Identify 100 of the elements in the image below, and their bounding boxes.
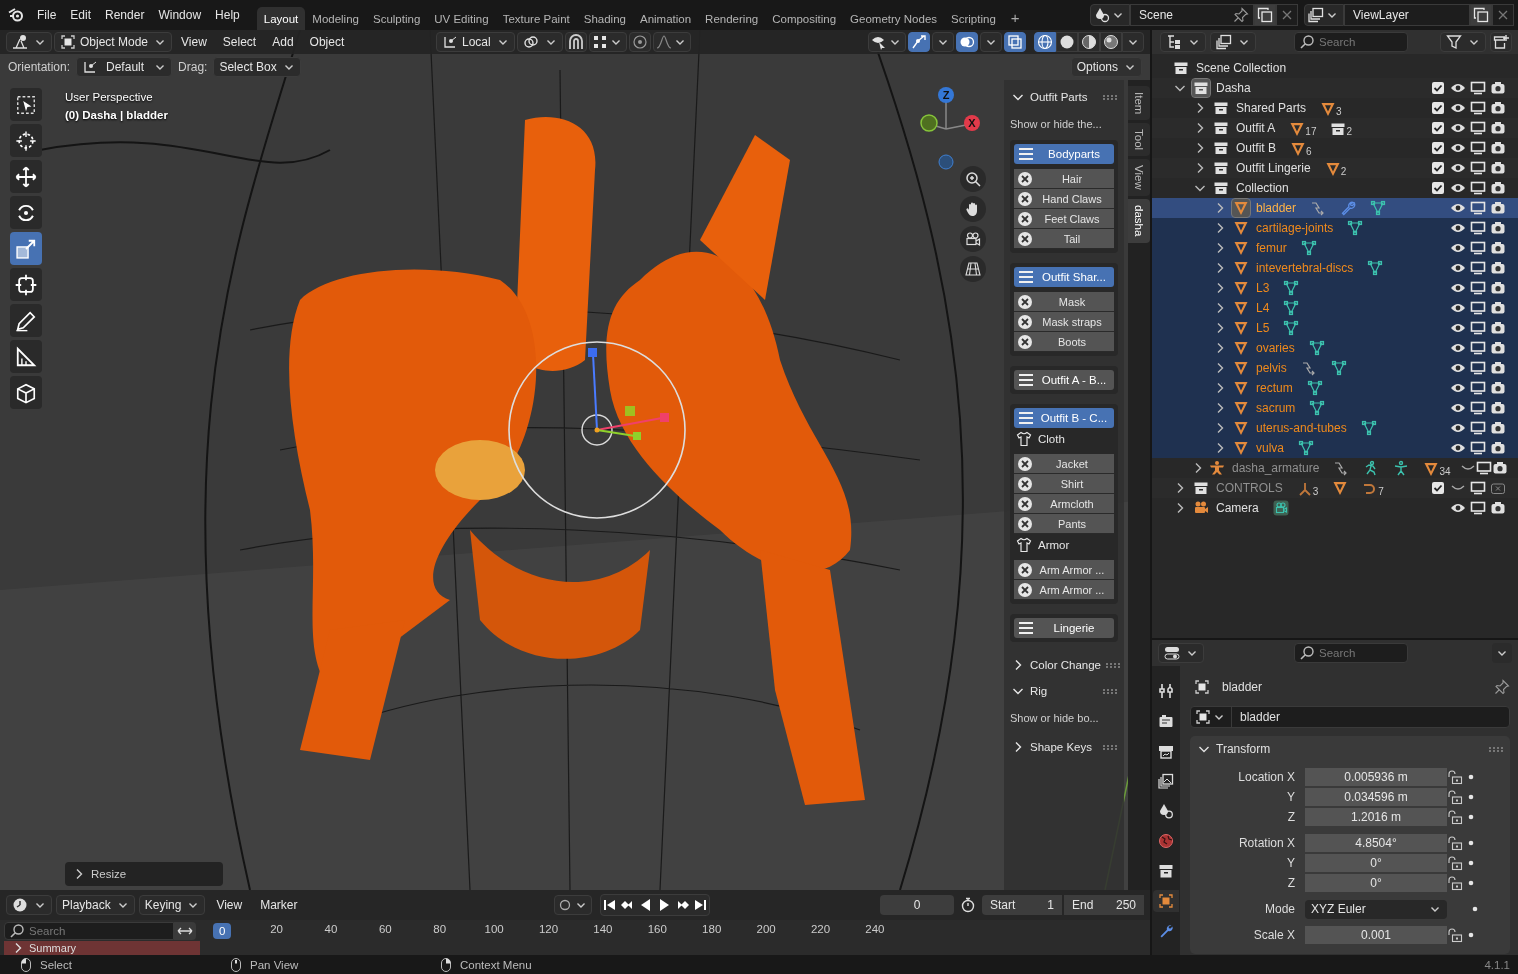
outliner-row[interactable]: femur xyxy=(1152,238,1518,258)
item-name[interactable]: CONTROLS xyxy=(1216,481,1283,495)
item-name[interactable]: vulva xyxy=(1256,441,1284,455)
outliner-row[interactable]: pelvis xyxy=(1152,358,1518,378)
group-toggle[interactable]: Lingerie xyxy=(1014,618,1114,638)
toggle-button[interactable]: Arm Armor ... xyxy=(1014,580,1114,600)
panel-title[interactable]: Color Change xyxy=(1030,659,1101,671)
channel-row[interactable]: Summary xyxy=(4,941,200,955)
scene-field[interactable]: Scene xyxy=(1130,4,1254,26)
toggle-button[interactable]: Pants xyxy=(1014,514,1114,534)
group-toggle[interactable]: Outfit A - B... xyxy=(1014,370,1114,390)
workspace-tab[interactable]: Scripting xyxy=(944,7,1003,30)
object-name-field[interactable]: bladder xyxy=(1190,706,1510,728)
toggle-button[interactable]: Hand Claws xyxy=(1014,189,1114,209)
menu-item[interactable]: Edit xyxy=(63,5,99,25)
number-field[interactable]: 0.034596 m xyxy=(1305,788,1447,806)
menu-item[interactable]: Help xyxy=(208,5,247,25)
item-name[interactable]: dasha_armature xyxy=(1232,461,1320,475)
workspace-tab[interactable]: Compositing xyxy=(765,7,844,30)
toggle-button[interactable]: Hair xyxy=(1014,169,1114,189)
workspace-tab[interactable]: Geometry Nodes xyxy=(843,7,945,30)
outliner-row[interactable]: Collection xyxy=(1152,178,1518,198)
item-name[interactable]: Collection xyxy=(1236,181,1289,195)
last-operator-panel[interactable]: Resize xyxy=(65,862,223,886)
number-field[interactable]: 0° xyxy=(1305,874,1447,892)
options-dropdown[interactable]: Options xyxy=(1070,57,1142,77)
item-name[interactable]: femur xyxy=(1256,241,1287,255)
item-name[interactable]: bladder xyxy=(1256,201,1297,215)
search-field[interactable]: Search xyxy=(1294,643,1408,663)
item-name[interactable]: intevertebral-discs xyxy=(1256,261,1354,275)
toggle-button[interactable]: Armcloth xyxy=(1014,494,1114,514)
number-field[interactable]: 1.2016 m xyxy=(1305,808,1447,826)
outliner-row[interactable]: vulva xyxy=(1152,438,1518,458)
item-name[interactable]: sacrum xyxy=(1256,401,1296,415)
toggle-button[interactable]: Jacket xyxy=(1014,454,1114,474)
item-name[interactable]: Shared Parts xyxy=(1236,101,1307,115)
sidebar-tab[interactable]: Item xyxy=(1128,86,1150,121)
outliner-row[interactable]: Scene Collection xyxy=(1152,58,1518,78)
panel-title[interactable]: Rig xyxy=(1030,685,1098,697)
menu-dropdown[interactable]: Playback xyxy=(56,895,135,915)
sidebar-tab[interactable]: dasha xyxy=(1128,199,1150,243)
workspace-tab[interactable]: UV Editing xyxy=(427,7,496,30)
current-frame-marker[interactable]: 0 xyxy=(213,922,232,939)
view-layer-field[interactable]: ViewLayer xyxy=(1344,4,1470,26)
toggle-button[interactable]: Boots xyxy=(1014,332,1114,352)
item-name[interactable]: pelvis xyxy=(1256,361,1287,375)
workspace-tab[interactable]: Rendering xyxy=(698,7,766,30)
navigation-gizmo-drawing[interactable]: Z X xyxy=(905,82,985,172)
drag-dropdown[interactable]: Select Box xyxy=(213,57,301,77)
outliner-row[interactable]: uterus-and-tubes xyxy=(1152,418,1518,438)
menu-item[interactable]: File xyxy=(30,5,64,25)
menu-item[interactable]: Window xyxy=(151,5,209,25)
end-frame-field[interactable]: End 250 xyxy=(1064,895,1144,915)
outliner-row[interactable]: L4 xyxy=(1152,298,1518,318)
menu-item[interactable]: Marker xyxy=(253,896,305,914)
toggle-button[interactable]: Mask straps xyxy=(1014,312,1114,332)
menu-item[interactable]: Add xyxy=(265,33,301,51)
outliner-row[interactable]: sacrum xyxy=(1152,398,1518,418)
outliner-row[interactable]: bladder xyxy=(1152,198,1518,218)
workspace-tab[interactable]: Shading xyxy=(576,7,633,30)
outliner-row[interactable]: Outfit B 6 xyxy=(1152,138,1518,158)
item-name[interactable]: rectum xyxy=(1256,381,1293,395)
menu-item[interactable]: Select xyxy=(215,33,264,51)
menu-item[interactable]: View xyxy=(209,896,250,914)
item-name[interactable]: Dasha xyxy=(1216,81,1251,95)
outliner-row[interactable]: L3 xyxy=(1152,278,1518,298)
item-name[interactable]: Outfit Lingerie xyxy=(1236,161,1311,175)
item-name[interactable]: Camera xyxy=(1216,501,1259,515)
workspace-tab[interactable]: Animation xyxy=(632,7,699,30)
workspace-tab[interactable]: Sculpting xyxy=(365,7,428,30)
outliner-row[interactable]: cartilage-joints xyxy=(1152,218,1518,238)
item-name[interactable]: ovaries xyxy=(1256,341,1295,355)
item-name[interactable]: Outfit A xyxy=(1236,121,1276,135)
number-field[interactable]: 4.8504° xyxy=(1305,834,1447,852)
toggle-button[interactable]: Arm Armor ... xyxy=(1014,560,1114,580)
menu-item[interactable]: Render xyxy=(98,5,152,25)
outliner-row[interactable]: dasha_armature 34 xyxy=(1152,458,1518,478)
number-field[interactable]: 0.001 xyxy=(1305,926,1447,944)
workspace-tab[interactable]: Texture Paint xyxy=(495,7,577,30)
item-name[interactable]: L4 xyxy=(1256,301,1270,315)
outliner-row[interactable]: intevertebral-discs xyxy=(1152,258,1518,278)
outliner-row[interactable]: ovaries xyxy=(1152,338,1518,358)
group-toggle[interactable]: Bodyparts xyxy=(1014,144,1114,164)
group-toggle[interactable]: Outfit B - C... xyxy=(1014,408,1114,428)
item-name[interactable]: Outfit B xyxy=(1236,141,1276,155)
group-toggle[interactable]: Outfit Shar... xyxy=(1014,267,1114,287)
orientation-dropdown[interactable]: Default xyxy=(76,57,173,77)
mode-dropdown[interactable]: Object Mode xyxy=(54,32,173,52)
add-workspace-button[interactable]: + xyxy=(1002,5,1028,30)
toggle-button[interactable]: Tail xyxy=(1014,229,1114,249)
item-name[interactable]: uterus-and-tubes xyxy=(1256,421,1347,435)
search-field[interactable]: Search xyxy=(1294,32,1408,52)
panel-title[interactable]: Transform xyxy=(1216,742,1484,756)
menu-item[interactable]: Object xyxy=(302,33,352,51)
mode-dropdown[interactable]: XYZ Euler xyxy=(1305,899,1447,919)
item-name[interactable]: cartilage-joints xyxy=(1256,221,1334,235)
panel-title[interactable]: Outfit Parts xyxy=(1030,91,1098,103)
number-field[interactable]: 0.005936 m xyxy=(1305,768,1447,786)
menu-dropdown[interactable]: Keying xyxy=(138,895,206,915)
current-frame-field[interactable]: 0 xyxy=(880,895,954,915)
